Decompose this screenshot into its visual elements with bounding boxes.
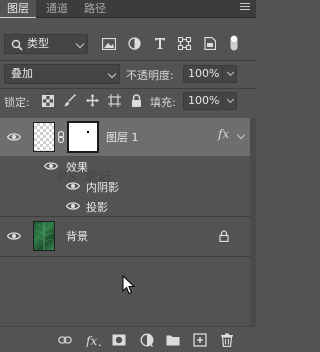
adjustment-filter-icon[interactable] xyxy=(128,37,141,50)
layer-row-layer1[interactable]: 图层 1 fx xyxy=(0,118,250,156)
new-adjustment-layer-icon[interactable] xyxy=(140,333,154,347)
lock-position-icon[interactable] xyxy=(86,94,99,107)
effect-row-drop-shadow[interactable]: 投影 xyxy=(0,196,250,216)
mask-dot xyxy=(87,131,89,133)
blend-mode-dropdown[interactable]: 叠加 xyxy=(4,64,120,84)
layer-thumbnail[interactable] xyxy=(33,221,55,251)
link-layers-icon[interactable] xyxy=(58,333,72,347)
panel-tab-bar: 图层 通道 路径 xyxy=(0,0,256,19)
layer-thumbnail[interactable] xyxy=(33,122,55,152)
add-mask-icon[interactable] xyxy=(112,333,126,347)
chain-link-icon[interactable] xyxy=(57,131,65,143)
panel-menu-icon[interactable] xyxy=(240,3,250,13)
chevron-down-icon xyxy=(75,39,85,49)
search-icon xyxy=(11,39,23,51)
filter-toggle-icon[interactable] xyxy=(230,35,238,51)
type-filter-icon[interactable] xyxy=(154,37,166,50)
fill-field[interactable]: 100% xyxy=(183,92,223,110)
filter-row: 类型 xyxy=(0,26,256,60)
tab-channels[interactable]: 通道 xyxy=(40,0,74,18)
lock-image-pixels-icon[interactable] xyxy=(64,94,77,107)
visibility-eye-icon[interactable] xyxy=(44,162,58,170)
watermark-text: PS 笔记 xyxy=(58,170,111,185)
chevron-down-icon xyxy=(107,69,117,79)
scrollbar[interactable] xyxy=(250,118,256,326)
filter-kind-label: 类型 xyxy=(27,37,49,50)
opacity-label: 不透明度: xyxy=(126,69,174,82)
fill-slider-button[interactable] xyxy=(223,92,237,110)
smart-object-filter-icon[interactable] xyxy=(203,37,216,50)
lock-artboard-icon[interactable] xyxy=(108,94,121,107)
divider xyxy=(0,88,256,89)
layers-bottom-toolbar: fx xyxy=(0,326,256,352)
layer-name[interactable]: 图层 1 xyxy=(106,129,139,145)
lock-icon xyxy=(219,230,229,242)
lock-all-icon[interactable] xyxy=(131,94,142,107)
new-layer-icon[interactable] xyxy=(193,333,207,347)
blend-row: 叠加 不透明度: 100% xyxy=(0,60,256,88)
new-group-icon[interactable] xyxy=(166,333,180,347)
tab-layers[interactable]: 图层 xyxy=(0,0,36,19)
blend-mode-value: 叠加 xyxy=(11,67,33,80)
lock-transparent-pixels-icon[interactable] xyxy=(42,95,54,107)
delete-layer-icon[interactable] xyxy=(220,333,234,347)
divider xyxy=(0,256,256,257)
layer-mask-thumbnail[interactable] xyxy=(67,121,99,153)
tab-paths[interactable]: 路径 xyxy=(78,0,112,18)
divider xyxy=(0,60,256,61)
filter-kind-dropdown[interactable]: 类型 xyxy=(4,34,88,54)
image-filter-icon[interactable] xyxy=(102,38,116,50)
leaf-image xyxy=(35,222,53,250)
layers-panel: 图层 通道 路径 类型 叠加 不透明度: 100% 锁定: 填充: 100% 图… xyxy=(0,0,256,352)
lock-row: 锁定: 填充: 100% xyxy=(0,88,256,116)
visibility-eye-icon[interactable] xyxy=(7,133,21,141)
fill-label: 填充: xyxy=(150,96,176,109)
visibility-eye-icon[interactable] xyxy=(66,202,80,210)
opacity-slider-button[interactable] xyxy=(223,65,237,83)
lock-label: 锁定: xyxy=(4,96,30,109)
add-layer-style-icon[interactable]: fx xyxy=(86,333,102,347)
fx-badge: fx xyxy=(218,127,230,141)
expand-effects-icon[interactable] xyxy=(236,130,246,140)
layer-name[interactable]: 背景 xyxy=(66,228,88,244)
effects-group-row[interactable]: 效果 xyxy=(0,156,250,176)
mouse-cursor-icon xyxy=(122,275,136,295)
chevron-down-icon xyxy=(226,95,235,104)
effect-row-inner-shadow[interactable]: 内阴影 xyxy=(0,176,250,196)
layer-row-background[interactable]: 背景 xyxy=(0,216,256,256)
svg-text:fx: fx xyxy=(86,334,97,347)
opacity-field[interactable]: 100% xyxy=(183,65,223,83)
visibility-eye-icon[interactable] xyxy=(7,232,21,240)
divider xyxy=(0,216,256,217)
effect-name: 投影 xyxy=(86,201,108,214)
shape-filter-icon[interactable] xyxy=(178,37,191,50)
chevron-down-icon xyxy=(226,68,235,77)
